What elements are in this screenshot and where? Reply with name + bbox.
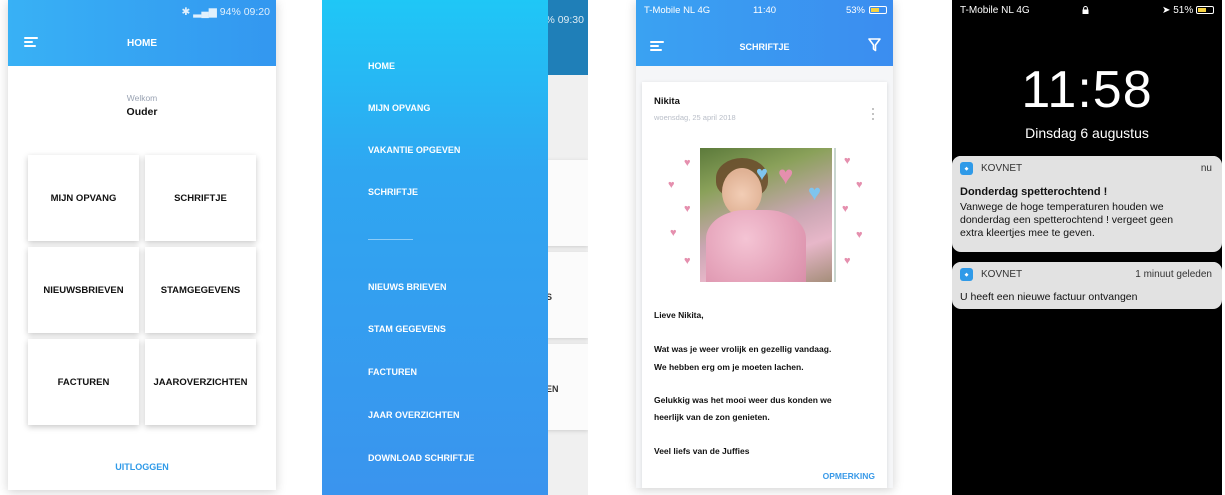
notification-header: ◆ KOVNET nu	[952, 156, 1222, 180]
heart-icon: ♥	[684, 203, 691, 215]
navigation-drawer: HOME MIJN OPVANG VAKANTIE OPGEVEN SCHRIF…	[322, 0, 548, 495]
notification-app: KOVNET	[981, 163, 1023, 174]
notification-header: ◆ KOVNET 1 minuut geleden	[952, 262, 1222, 286]
menu-item-mijn-opvang[interactable]: MIJN OPVANG	[368, 103, 430, 113]
tile-facturen[interactable]: FACTUREN	[28, 339, 139, 425]
notification-body-line: Vanwege de hoge temperaturen houden we	[960, 201, 1164, 213]
status-battery: 53%	[845, 5, 865, 16]
letter-line: Lieve Nikita,	[654, 310, 704, 320]
more-options-icon[interactable]	[872, 108, 875, 120]
menu-item-download-schriftje[interactable]: DOWNLOAD SCHRIFTJE	[368, 453, 475, 463]
notification-body-line: U heeft een nieuwe factuur ontvangen	[960, 291, 1138, 303]
lock-date: Dinsdag 6 augustus	[1025, 125, 1149, 141]
lock-clock: 11:58	[1021, 61, 1153, 119]
notification-title: Donderdag spetterochtend !	[960, 186, 1108, 198]
menu-item-home[interactable]: HOME	[368, 61, 395, 71]
signal-icon: ▂▄▆	[193, 6, 217, 18]
letter-line: Gelukkig was het mooi weer dus konden we	[654, 395, 832, 405]
page-title: SCHRIFTJE	[739, 42, 790, 52]
heart-icon: ♥	[756, 163, 768, 185]
heart-icon: ♥	[778, 160, 794, 190]
tile-schriftje[interactable]: SCHRIFTJE	[145, 155, 256, 241]
heart-icon: ♥	[684, 255, 691, 267]
diary-entry-card: Nikita woensdag, 25 april 2018 ♥ ♥ ♥ ♥ ♥…	[642, 82, 887, 488]
photo-dress	[706, 210, 806, 282]
heart-icon: ♥	[856, 229, 863, 241]
app-icon: ◆	[960, 162, 973, 175]
battery-icon	[1196, 6, 1214, 15]
letter-line: heerlijk van de zon genieten.	[654, 412, 770, 422]
user-name: Ouder	[126, 106, 158, 118]
letter-line: We hebben erg om je moeten lachen.	[654, 362, 804, 372]
menu-item-jaar-overzichten[interactable]: JAAR OVERZICHTEN	[368, 410, 460, 420]
bluetooth-icon: ✱	[181, 6, 191, 18]
tile-mijn-opvang[interactable]: MIJN OPVANG	[28, 155, 139, 241]
heart-icon: ♥	[670, 227, 677, 239]
tile-stamgegevens[interactable]: STAMGEGEVENS	[145, 247, 256, 333]
remark-button[interactable]: OPMERKING	[823, 471, 875, 481]
filter-icon[interactable]	[868, 38, 881, 52]
notification-time: nu	[1200, 163, 1212, 174]
notification-body-line: donderdag een spetterochtend ! vergeet g…	[960, 214, 1174, 226]
heart-icon: ♥	[856, 179, 863, 191]
tile-jaaroverzichten[interactable]: JAAROVERZICHTEN	[145, 339, 256, 425]
entry-photo-frame: ♥ ♥ ♥ ♥ ♥ ♥ ♥ ♥ ♥ ♥ ♥ ♥ ♥	[666, 146, 866, 284]
heart-icon: ♥	[808, 180, 822, 205]
entry-date: woensdag, 25 april 2018	[654, 113, 736, 122]
entry-photo[interactable]: ♥ ♥ ♥	[700, 148, 832, 282]
menu-item-facturen[interactable]: FACTUREN	[368, 367, 417, 377]
heart-icon: ♥	[844, 155, 851, 167]
welcome-label: Welkom	[126, 93, 158, 103]
location-icon: ➤	[1162, 5, 1171, 16]
tile-nieuwsbrieven[interactable]: NIEUWSBRIEVEN	[28, 247, 139, 333]
battery-icon	[869, 6, 887, 14]
home-screen: ✱ ▂▄▆ 94% 09:20 HOME Welkom Ouder MIJN O…	[8, 0, 276, 490]
letter-line: Veel liefs van de Juffies	[654, 446, 750, 456]
notification-body-line: extra kleertjes mee te geven.	[960, 227, 1095, 239]
menu-screen: S EN ✱ ▂▄▆ 93% 09:30 HOME MIJN OPVANG VA…	[322, 0, 588, 495]
status-carrier: T-Mobile NL 4G	[960, 5, 1030, 16]
entry-author: Nikita	[654, 96, 680, 107]
letter-line: Wat was je weer vrolijk en gezellig vand…	[654, 344, 832, 354]
schriftje-screen: T-Mobile NL 4G 11:40 53% SCHRIFTJE Nikit…	[636, 0, 893, 488]
menu-divider	[368, 239, 413, 240]
logout-button[interactable]: UITLOGGEN	[8, 462, 276, 472]
schriftje-header: T-Mobile NL 4G 11:40 53% SCHRIFTJE	[636, 0, 893, 66]
notification-app: KOVNET	[981, 269, 1023, 280]
background-tile	[544, 160, 588, 246]
menu-item-nieuws-brieven[interactable]: NIEUWS BRIEVEN	[368, 282, 447, 292]
page-title: HOME	[127, 38, 157, 49]
status-bar: T-Mobile NL 4G ➤ 51%	[952, 5, 1222, 17]
lock-icon	[1082, 6, 1089, 14]
menu-item-stam-gegevens[interactable]: STAM GEGEVENS	[368, 324, 446, 334]
heart-icon: ♥	[844, 255, 851, 267]
status-battery: ➤ 51%	[1162, 5, 1214, 16]
lock-screen: T-Mobile NL 4G ➤ 51% 11:58 Dinsdag 6 aug…	[952, 0, 1222, 495]
app-icon: ◆	[960, 268, 973, 281]
home-header: ✱ ▂▄▆ 94% 09:20 HOME	[8, 0, 276, 66]
heart-icon: ♥	[668, 179, 675, 191]
heart-icon: ♥	[842, 203, 849, 215]
notification-card[interactable]: ◆ KOVNET 1 minuut geleden U heeft een ni…	[952, 262, 1222, 309]
status-bar: ✱ ▂▄▆ 94% 09:20	[181, 6, 270, 18]
menu-item-vakantie-opgeven[interactable]: VAKANTIE OPGEVEN	[368, 145, 460, 155]
menu-item-schriftje[interactable]: SCHRIFTJE	[368, 187, 418, 197]
photo-border	[834, 148, 836, 282]
heart-icon: ♥	[684, 157, 691, 169]
notification-time: 1 minuut geleden	[1135, 269, 1212, 280]
notification-card[interactable]: ◆ KOVNET nu Donderdag spetterochtend ! V…	[952, 156, 1222, 252]
